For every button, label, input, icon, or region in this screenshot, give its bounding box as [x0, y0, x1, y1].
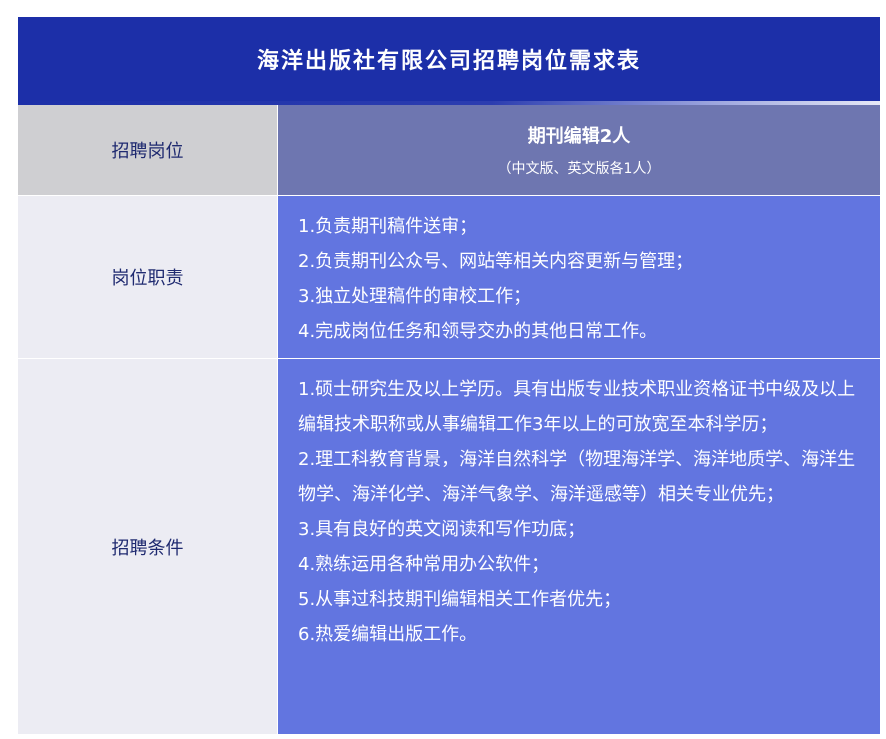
- requirement-item: 1.硕士研究生及以上学历。具有出版专业技术职业资格证书中级及以上编辑技术职称或从…: [298, 379, 856, 435]
- post-content: 期刊编辑2人 （中文版、英文版各1人）: [278, 105, 880, 195]
- duties-content: 1.负责期刊稿件送审； 2.负责期刊公众号、网站等相关内容更新与管理； 3.独立…: [278, 196, 880, 358]
- post-title: 期刊编辑2人: [527, 126, 631, 147]
- requirement-item: 6.热爱编辑出版工作。: [298, 624, 478, 645]
- recruitment-table: 海洋出版社有限公司招聘岗位需求表 招聘岗位 期刊编辑2人 （中文版、英文版各1人…: [18, 17, 880, 734]
- requirement-item: 4.熟练运用各种常用办公软件；: [298, 554, 550, 575]
- duty-item: 3.独立处理稿件的审校工作；: [298, 286, 532, 307]
- requirements-label: 招聘条件: [18, 359, 277, 734]
- row-recruitment-post: 招聘岗位 期刊编辑2人 （中文版、英文版各1人）: [18, 105, 880, 195]
- post-subtitle: （中文版、英文版各1人）: [497, 161, 661, 177]
- duty-item: 4.完成岗位任务和领导交办的其他日常工作。: [298, 321, 658, 342]
- post-label: 招聘岗位: [18, 105, 277, 195]
- duty-item: 1.负责期刊稿件送审；: [298, 216, 478, 237]
- requirements-content: 1.硕士研究生及以上学历。具有出版专业技术职业资格证书中级及以上编辑技术职称或从…: [278, 359, 880, 734]
- duties-label: 岗位职责: [18, 196, 277, 358]
- duty-item: 2.负责期刊公众号、网站等相关内容更新与管理；: [298, 251, 694, 272]
- requirement-item: 2.理工科教育背景，海洋自然科学（物理海洋学、海洋地质学、海洋生物学、海洋化学、…: [298, 449, 856, 505]
- requirement-item: 3.具有良好的英文阅读和写作功底；: [298, 519, 586, 540]
- requirement-item: 5.从事过科技期刊编辑相关工作者优先；: [298, 589, 622, 610]
- row-requirements: 招聘条件 1.硕士研究生及以上学历。具有出版专业技术职业资格证书中级及以上编辑技…: [18, 358, 880, 734]
- row-job-duties: 岗位职责 1.负责期刊稿件送审； 2.负责期刊公众号、网站等相关内容更新与管理；…: [18, 195, 880, 358]
- table-title: 海洋出版社有限公司招聘岗位需求表: [18, 17, 880, 101]
